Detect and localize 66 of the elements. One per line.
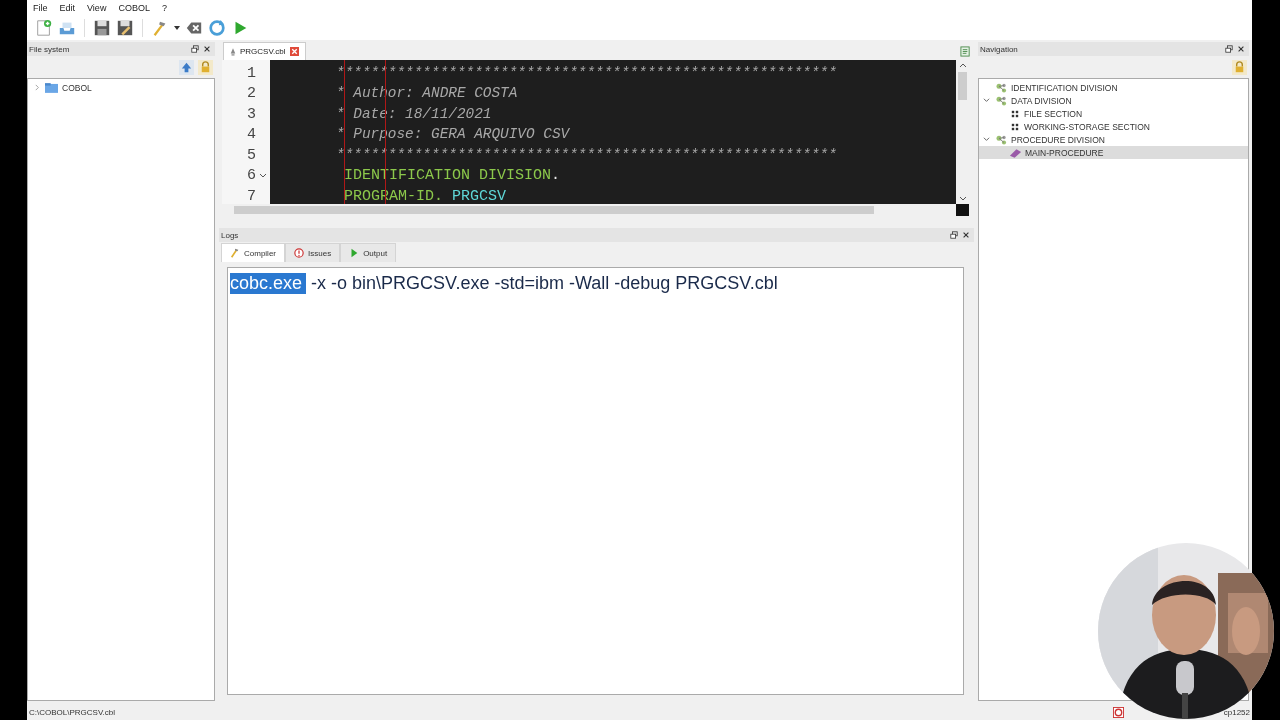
new-file-icon[interactable] bbox=[35, 18, 53, 37]
nodes-icon bbox=[995, 82, 1008, 93]
dots-icon bbox=[1011, 109, 1019, 118]
panel-title: File system bbox=[29, 44, 70, 54]
scroll-thumb[interactable] bbox=[234, 206, 874, 214]
float-icon[interactable] bbox=[950, 231, 958, 239]
tree-item[interactable]: FILE SECTION bbox=[979, 107, 1248, 120]
close-icon[interactable] bbox=[962, 231, 970, 239]
tree-item[interactable]: MAIN-PROCEDURE bbox=[979, 146, 1248, 159]
file-path: C:\COBOL\PRGCSV.cbl bbox=[29, 707, 115, 717]
menu-item[interactable]: File bbox=[33, 2, 48, 13]
line-number: 1 bbox=[247, 64, 256, 82]
log-text: -x -o bin\PRGCSV.exe -std=ibm -Wall -debug PRGCSV.cbl bbox=[311, 273, 778, 294]
caret-icon[interactable] bbox=[174, 24, 180, 31]
warning-icon bbox=[294, 248, 304, 258]
tree-item[interactable]: DATA DIVISION bbox=[979, 94, 1248, 107]
lock-icon[interactable] bbox=[198, 59, 213, 75]
scrollbar[interactable] bbox=[956, 60, 969, 204]
line-number: 4 bbox=[247, 126, 256, 144]
refresh-icon[interactable] bbox=[208, 18, 226, 37]
menu-item[interactable]: ? bbox=[161, 2, 167, 13]
save-as-icon[interactable] bbox=[116, 18, 134, 37]
line-number: 7 bbox=[247, 187, 256, 205]
log-tab[interactable]: Output bbox=[340, 243, 397, 262]
nodes-icon bbox=[995, 95, 1008, 106]
log-tab[interactable]: Compiler bbox=[221, 243, 285, 262]
code-line: ********************************************************** bbox=[336, 146, 837, 164]
hammer-icon bbox=[230, 248, 240, 258]
save-icon[interactable] bbox=[93, 18, 111, 37]
log-output[interactable]: cobc.exe -x -o bin\PRGCSV.exe -std=ibm -Wall -debug PRGCSV.cbl bbox=[227, 267, 964, 695]
folder-icon bbox=[45, 82, 58, 93]
stop-icon[interactable] bbox=[1112, 706, 1124, 718]
line-number: 3 bbox=[247, 105, 256, 123]
scroll-thumb[interactable] bbox=[958, 72, 967, 100]
tree-item[interactable]: PROCEDURE DIVISION bbox=[979, 133, 1248, 146]
encoding-label: cp1252 bbox=[1223, 707, 1250, 717]
editor-tab[interactable]: PRGCSV.cbl bbox=[223, 42, 306, 60]
eraser-icon bbox=[1009, 147, 1022, 158]
corner-block bbox=[956, 204, 969, 216]
log-tab[interactable]: Issues bbox=[285, 243, 341, 262]
menu-item[interactable]: View bbox=[87, 2, 107, 13]
panel-title: Navigation bbox=[980, 44, 1018, 54]
close-icon[interactable] bbox=[203, 45, 211, 53]
menu-item[interactable]: Edit bbox=[59, 2, 76, 13]
code-line: ********************************************************** bbox=[336, 64, 837, 82]
tree-item[interactable]: WORKING-STORAGE SECTION bbox=[979, 120, 1248, 133]
float-icon[interactable] bbox=[191, 45, 199, 53]
nodes-icon bbox=[995, 134, 1008, 145]
scroll-down-icon[interactable] bbox=[958, 194, 967, 202]
line-number: 5 bbox=[247, 146, 256, 164]
dots-icon bbox=[1011, 122, 1019, 131]
document-icon[interactable] bbox=[960, 46, 971, 57]
tree-item[interactable]: COBOL bbox=[62, 82, 92, 93]
float-icon[interactable] bbox=[1225, 45, 1233, 53]
selected-text: cobc.exe bbox=[230, 273, 307, 294]
line-number: 2 bbox=[247, 85, 256, 103]
close-icon bbox=[289, 47, 299, 56]
play-icon bbox=[349, 248, 360, 258]
line-number: 6 bbox=[247, 167, 256, 185]
tree-item[interactable]: IDENTIFICATION DIVISION bbox=[979, 81, 1248, 94]
scroll-up-icon[interactable] bbox=[958, 62, 967, 70]
close-icon[interactable] bbox=[1237, 45, 1245, 53]
up-arrow-icon[interactable] bbox=[179, 59, 194, 75]
panel-title: Logs bbox=[221, 230, 239, 240]
menu-item[interactable]: COBOL bbox=[118, 2, 150, 13]
lock-icon[interactable] bbox=[1232, 59, 1247, 75]
